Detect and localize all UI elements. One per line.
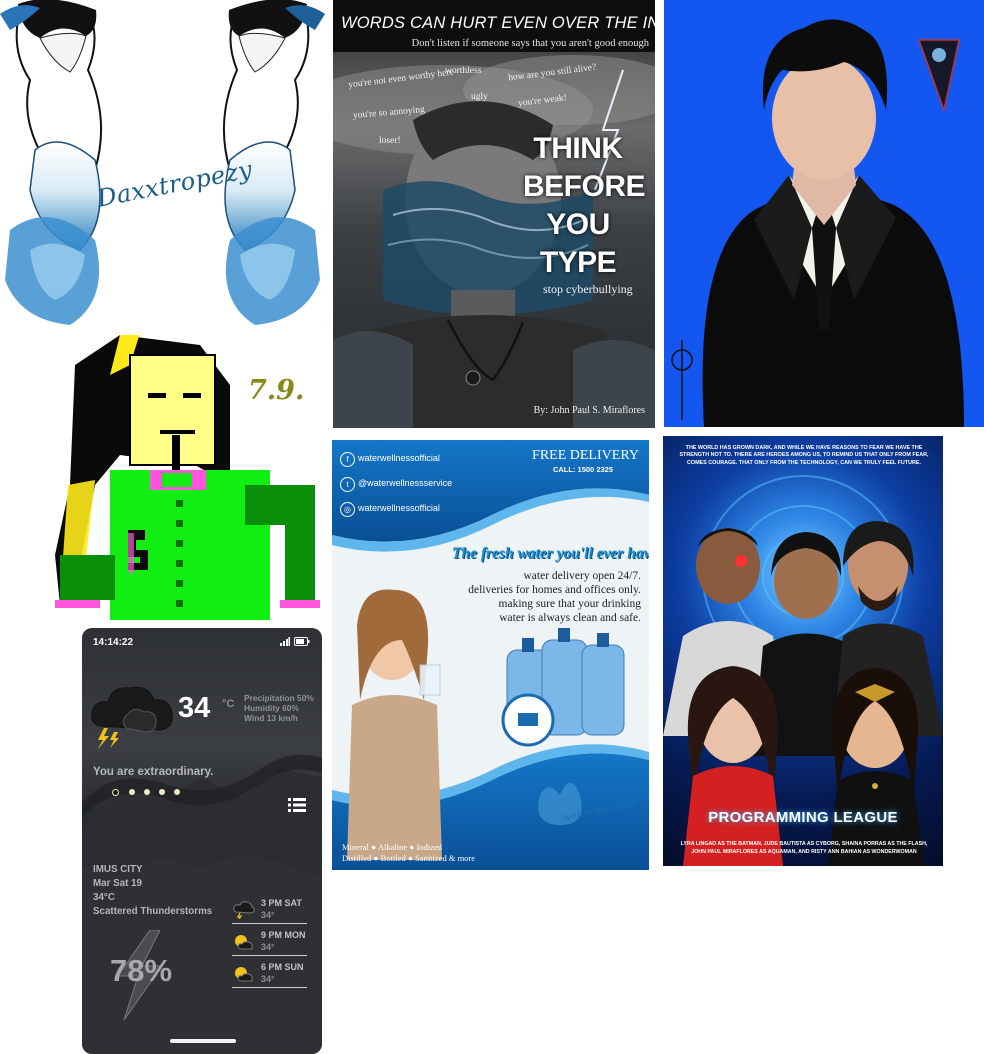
programming-league-title: PROGRAMMING LEAGUE	[708, 809, 898, 826]
poster-tagline: stop cyberbullying	[543, 282, 633, 296]
poster-blurb: THE WORLD HAS GROWN DARK, AND WHILE WE H…	[679, 445, 929, 466]
water-types-line: Distilled ● Bottled ● Sanitized & more	[342, 853, 476, 863]
mirrored-portrait-illustration	[0, 0, 325, 325]
signal-icon	[280, 637, 290, 646]
flyer-description-line: water is always clean and safe.	[499, 612, 641, 624]
poster-headline: WORDS CAN HURT EVEN OVER THE INTERNET	[341, 14, 655, 32]
cast-credits-line: JOHN PAUL MIRAFLORES AS AQUAMAN, AND RIS…	[691, 849, 917, 855]
insult-text: worthless	[445, 66, 482, 76]
wind-stat: Wind 13 km/h	[244, 713, 298, 723]
thunderstorm-cloud-icon	[91, 686, 173, 750]
daxxtropezy-artwork[interactable]: Daxxtropezy	[0, 0, 325, 328]
forecast-temperature: 34°	[261, 974, 275, 984]
greeting-text: You are extraordinary.	[93, 766, 214, 778]
instagram-icon[interactable]: ◎	[340, 502, 355, 517]
current-temperature: 34	[178, 692, 211, 724]
free-delivery-label: FREE DELIVERY	[532, 448, 639, 463]
forecast-sun-cloud-icon	[235, 935, 253, 950]
twitter-handle[interactable]: @waterwellnessservice	[358, 478, 452, 488]
suit-portrait-artwork[interactable]	[664, 0, 984, 427]
status-bar-time: 14:14:22	[93, 637, 134, 648]
forecast-storm-icon	[233, 901, 255, 919]
weather-app-screen[interactable]: 14:14:22 34 °C Precipitation 50% Humidit…	[82, 628, 322, 1054]
faceless-man-illustration	[671, 19, 964, 427]
forecast-divider	[232, 955, 307, 956]
page-dot[interactable]	[144, 789, 150, 795]
battery-icon	[294, 637, 310, 646]
page-dot[interactable]	[174, 789, 180, 795]
forecast-time: 9 PM MON	[261, 930, 306, 940]
forecast-sun-cloud-icon	[235, 967, 253, 982]
page-dot-active[interactable]	[112, 789, 119, 796]
facebook-handle[interactable]: waterwellnessofficial	[358, 453, 440, 463]
water-delivery-flyer[interactable]: f waterwellnessofficial t @waterwellness…	[332, 440, 649, 870]
flyer-description-line: deliveries for homes and offices only.	[468, 584, 641, 596]
cyberbullying-poster[interactable]: WORDS CAN HURT EVEN OVER THE INTERNET Do…	[333, 0, 655, 428]
poster-subhead: Don't listen if someone says that you ar…	[411, 38, 649, 49]
you-text: YOU	[546, 208, 610, 241]
cast-credits-line: LYRA LINGAD AS THE BATMAN, JUDE BAUTISTA…	[680, 841, 928, 847]
temperature-unit: °C	[222, 698, 235, 710]
call-number[interactable]: CALL: 1500 2325	[553, 465, 613, 474]
home-indicator[interactable]	[170, 1039, 236, 1043]
flyer-headline: The fresh water you'll ever have!	[452, 545, 649, 562]
menu-list-icon[interactable]	[288, 798, 306, 812]
instagram-handle[interactable]: waterwellnessofficial	[358, 503, 440, 513]
humidity-stat: Humidity 60%	[244, 703, 299, 713]
location-temperature: 34°C	[93, 892, 115, 903]
flyer-description-line: making sure that your drinking	[498, 598, 641, 610]
insult-text: ugly	[471, 92, 488, 102]
insult-text: loser!	[379, 136, 401, 146]
storm-chance-percent: 78%	[110, 953, 173, 988]
forecast-time: 6 PM SUN	[261, 962, 304, 972]
location-city: IMUS CITY	[93, 864, 143, 875]
page-dot[interactable]	[129, 789, 135, 795]
flyer-description-line: water delivery open 24/7.	[523, 570, 641, 582]
before-text: BEFORE	[523, 170, 646, 203]
pixel-score-label: 7.9.	[248, 375, 305, 406]
forecast-time: 3 PM SAT	[261, 898, 302, 908]
location-date: Mar Sat 19	[93, 878, 143, 889]
type-text: TYPE	[539, 246, 617, 279]
forecast-divider	[232, 923, 307, 924]
programming-league-poster[interactable]: THE WORLD HAS GROWN DARK, AND WHILE WE H…	[663, 436, 943, 866]
facebook-icon[interactable]: f	[340, 452, 355, 467]
hero-group-photo	[663, 475, 943, 866]
forecast-temperature: 34°	[261, 910, 275, 920]
forecast-temperature: 34°	[261, 942, 275, 952]
think-text: THINK	[533, 132, 623, 165]
forecast-divider	[232, 987, 307, 988]
page-dot[interactable]	[159, 789, 165, 795]
precipitation-stat: Precipitation 50%	[244, 693, 314, 703]
location-condition: Scattered Thunderstorms	[93, 906, 213, 917]
water-types-line: Mineral ● Alkaline ● Iodized	[342, 842, 442, 852]
twitter-icon[interactable]: t	[340, 477, 355, 492]
poster-byline: By: John Paul S. Miraflores	[533, 405, 645, 416]
pixel-art-character[interactable]: 7.9.	[0, 335, 325, 620]
cast-credits: LYRA LINGAD AS THE BATMAN, JUDE BAUTISTA…	[675, 840, 933, 856]
